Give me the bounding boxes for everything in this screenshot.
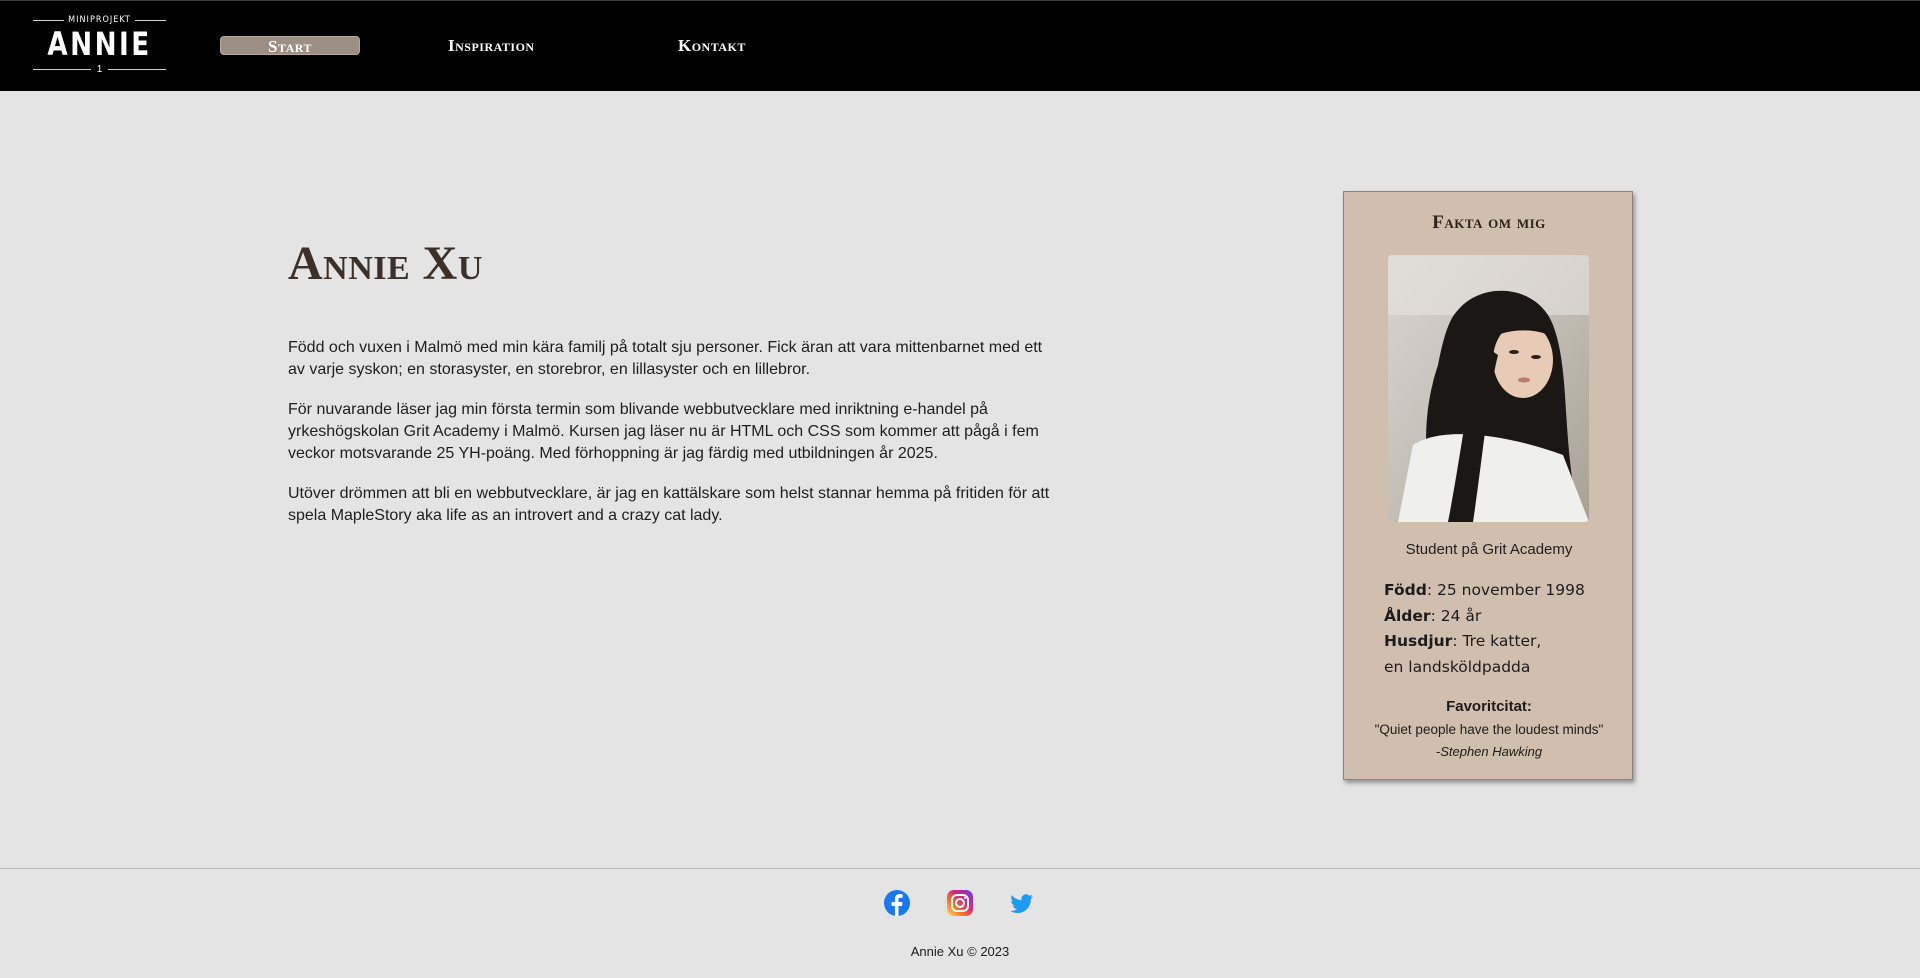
copyright-text: Annie Xu © 2023	[910, 944, 1010, 959]
fact-card: Fakta om mig Student på Grit Academy Föd…	[1343, 191, 1633, 780]
page-title: Annie Xu	[288, 237, 483, 290]
site-header: MINIPROJEKT ANNIE 1 Start Inspiration Ko…	[0, 0, 1920, 91]
fact-item: Född: 25 november 1998	[1384, 581, 1585, 599]
facebook-icon[interactable]	[883, 889, 911, 917]
favorite-quote-author: -Stephen Hawking	[1435, 744, 1543, 759]
favorite-quote-label: Favoritcitat:	[1446, 698, 1532, 715]
fact-item: Ålder: 24 år	[1384, 606, 1482, 625]
fact-item: Husdjur: Tre katter,	[1384, 632, 1542, 650]
instagram-icon[interactable]	[946, 889, 974, 917]
fact-label: Ålder	[1384, 606, 1431, 625]
fact-item-continued: en landsköldpadda	[1384, 657, 1531, 676]
profile-photo-image	[1388, 255, 1589, 522]
logo-main-text: ANNIE	[47, 25, 152, 63]
fact-list: Född: 25 november 1998 Ålder: 24 år Husd…	[1384, 578, 1624, 680]
nav-item-kontakt[interactable]: Kontakt	[678, 36, 746, 55]
hobby-paragraph: Utöver drömmen att bli en webbutvecklare…	[288, 485, 1050, 524]
fact-card-title: Fakta om mig	[1432, 212, 1546, 233]
site-footer: Annie Xu © 2023	[0, 868, 1920, 978]
education-paragraph: För nuvarande läser jag min första termi…	[288, 401, 1039, 462]
fact-value: 24 år	[1440, 606, 1482, 625]
fact-value: Tre katter,	[1462, 632, 1542, 650]
logo-bottom-text: 1	[96, 63, 103, 75]
nav-item-inspiration[interactable]: Inspiration	[448, 36, 535, 55]
nav-item-start[interactable]: Start	[220, 36, 360, 56]
intro-paragraph: Född och vuxen i Malmö med min kära fami…	[288, 339, 1043, 378]
fact-label: Född	[1384, 581, 1427, 599]
site-logo[interactable]: MINIPROJEKT ANNIE 1	[33, 13, 166, 75]
twitter-icon[interactable]	[1008, 889, 1036, 917]
profile-photo	[1388, 255, 1589, 522]
logo-top-text: MINIPROJEKT	[68, 15, 131, 25]
fact-label: Husdjur	[1384, 632, 1453, 650]
fact-value: 25 november 1998	[1436, 581, 1585, 599]
favorite-quote: "Quiet people have the loudest minds"	[1374, 722, 1604, 737]
fact-card-subtitle: Student på Grit Academy	[1405, 541, 1573, 558]
